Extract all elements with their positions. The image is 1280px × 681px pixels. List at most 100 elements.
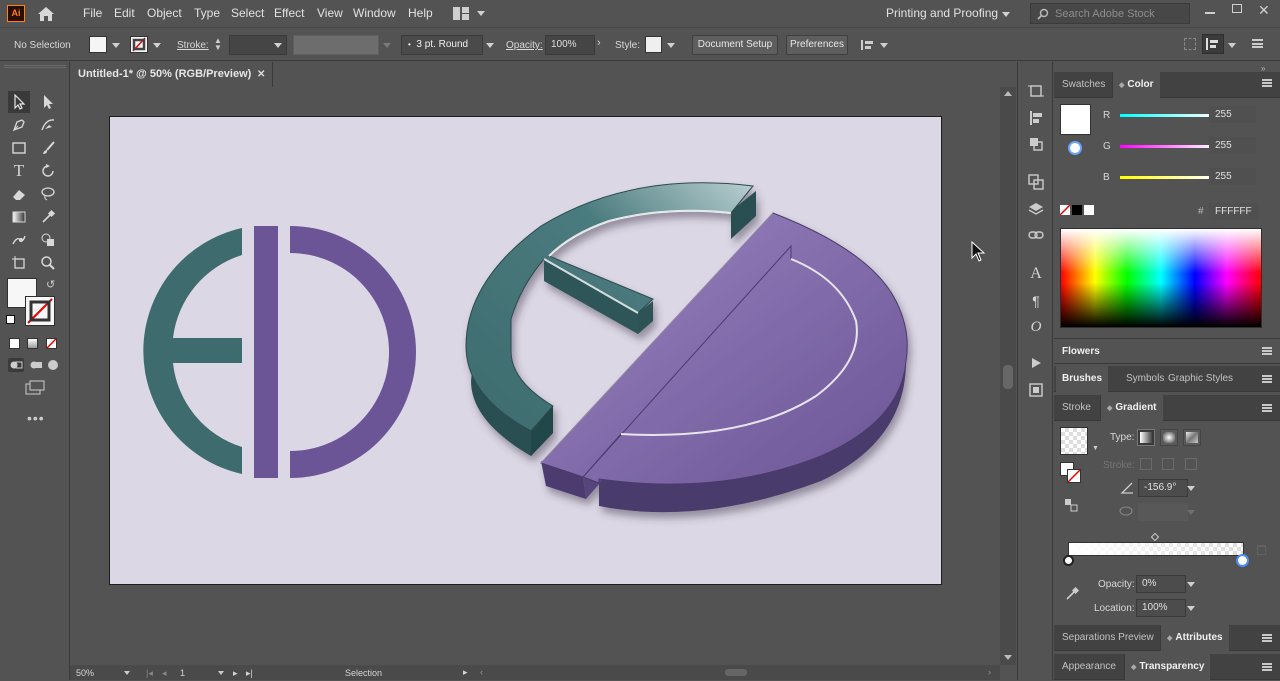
gradient-stop-left[interactable] <box>1063 555 1074 566</box>
artboard-tool[interactable] <box>8 252 30 274</box>
gradient-fill-stroke-swatch[interactable] <box>1060 462 1082 484</box>
panel-layout-icon[interactable] <box>1202 34 1224 54</box>
gradient-preview-dropdown-icon[interactable]: ▼ <box>1092 445 1099 452</box>
tab-stroke[interactable]: Stroke <box>1056 395 1097 421</box>
gradient-stop-right[interactable] <box>1236 554 1249 567</box>
stroke-swatch[interactable] <box>130 36 148 53</box>
r-value-input[interactable]: 255 <box>1209 106 1256 123</box>
attributes-panel-menu-icon[interactable] <box>1262 634 1272 642</box>
variable-width-profile[interactable] <box>293 35 379 55</box>
puppet-warp-tool[interactable] <box>8 229 30 251</box>
stock-search[interactable]: Search Adobe Stock <box>1030 3 1190 24</box>
align-icon[interactable] <box>860 38 874 52</box>
gradient-eyedropper-icon[interactable] <box>1064 586 1080 602</box>
menu-file[interactable]: File <box>83 6 102 20</box>
chevron-down-icon[interactable] <box>1187 486 1195 491</box>
tab-attributes[interactable]: ◆ Attributes <box>1160 625 1229 651</box>
white-swatch[interactable] <box>1084 205 1094 215</box>
scroll-left-icon[interactable]: ‹ <box>480 667 483 677</box>
links-icon[interactable] <box>1026 227 1046 247</box>
opacity-input[interactable]: 100% <box>545 35 595 55</box>
chevron-down-icon[interactable] <box>1187 510 1195 515</box>
chevron-down-icon[interactable] <box>1002 12 1010 17</box>
close-icon[interactable]: ✕ <box>1258 2 1270 19</box>
graphic-style-swatch[interactable] <box>645 36 662 53</box>
tab-brushes[interactable]: Brushes <box>1056 366 1109 392</box>
brush-definition[interactable]: • 3 pt. Round <box>401 35 483 55</box>
home-icon[interactable] <box>36 5 56 23</box>
selection-tool[interactable] <box>8 91 30 113</box>
stop-location-input[interactable]: 100% <box>1136 599 1186 617</box>
first-artboard-icon[interactable]: |◂ <box>146 668 153 679</box>
artboard-dropdown-icon[interactable] <box>218 671 224 675</box>
arrange-icon[interactable] <box>1184 38 1196 50</box>
scroll-thumb[interactable] <box>1003 365 1013 389</box>
fill-swatch[interactable] <box>89 36 107 53</box>
stroke-color-box[interactable] <box>25 296 55 326</box>
color-mode-icon[interactable] <box>9 338 20 349</box>
zoom-tool[interactable] <box>37 252 59 274</box>
flat-logo[interactable] <box>143 226 416 478</box>
chevron-down-icon[interactable] <box>477 11 485 16</box>
paragraph-panel-icon[interactable]: ¶ <box>1026 291 1046 311</box>
document-tab[interactable]: Untitled-1* @ 50% (RGB/Preview) ✕ <box>70 62 273 87</box>
menu-select[interactable]: Select <box>231 6 264 20</box>
more-tools-icon[interactable]: ••• <box>27 410 45 426</box>
tab-color[interactable]: ◆ Color <box>1112 72 1160 98</box>
draw-behind-icon[interactable] <box>28 358 44 372</box>
curvature-tool[interactable] <box>37 114 59 136</box>
actions-play-icon[interactable] <box>1026 355 1046 375</box>
tab-graphic-styles[interactable]: Graphic Styles <box>1162 366 1239 392</box>
lasso-tool[interactable] <box>37 183 59 205</box>
b-value-input[interactable]: 255 <box>1209 168 1256 185</box>
gradient-mode-icon[interactable] <box>27 338 38 349</box>
opacity-label[interactable]: Opacity: <box>506 40 543 51</box>
reverse-gradient-icon[interactable] <box>1064 498 1078 512</box>
color-spectrum[interactable] <box>1060 228 1262 328</box>
last-artboard-icon[interactable]: ▸| <box>246 668 253 679</box>
menu-view[interactable]: View <box>317 6 343 20</box>
chevron-down-icon[interactable] <box>1228 43 1236 48</box>
current-tool-status[interactable]: Selection <box>345 668 382 678</box>
horizontal-scroll-thumb[interactable] <box>725 669 747 676</box>
close-tab-icon[interactable]: ✕ <box>257 62 265 87</box>
character-panel-icon[interactable]: A <box>1026 264 1046 284</box>
tab-appearance[interactable]: Appearance <box>1056 654 1122 680</box>
menu-window[interactable]: Window <box>353 6 396 20</box>
transform-panel-icon[interactable] <box>1026 136 1046 156</box>
menu-edit[interactable]: Edit <box>114 6 135 20</box>
preferences-button[interactable]: Preferences <box>786 35 848 55</box>
opentype-panel-icon[interactable]: O <box>1026 317 1046 337</box>
gradient-panel-menu-icon[interactable] <box>1262 404 1272 412</box>
radial-gradient-button[interactable] <box>1160 429 1178 446</box>
artboards-icon[interactable] <box>1026 83 1046 103</box>
stroke-indicator-icon[interactable] <box>1068 141 1082 155</box>
tab-swatches[interactable]: Swatches <box>1056 72 1111 98</box>
linear-gradient-button[interactable] <box>1137 429 1155 446</box>
3d-logo[interactable] <box>465 182 908 513</box>
artboard[interactable] <box>109 116 942 585</box>
rotate-tool[interactable] <box>37 160 59 182</box>
next-artboard-icon[interactable]: ▸ <box>233 668 238 679</box>
none-color-swatch[interactable] <box>1059 204 1071 216</box>
shape-builder-tool[interactable] <box>37 229 59 251</box>
g-slider[interactable] <box>1120 145 1216 148</box>
scroll-right-icon[interactable]: › <box>988 667 991 677</box>
b-slider[interactable] <box>1120 176 1216 179</box>
stop-opacity-input[interactable]: 0% <box>1136 575 1186 593</box>
artboard-number[interactable]: 1 <box>180 668 185 678</box>
direct-selection-tool[interactable] <box>37 91 59 113</box>
gradient-midpoint-diamond[interactable] <box>1150 532 1160 542</box>
gradient-tool[interactable] <box>8 206 30 228</box>
black-swatch[interactable] <box>1072 205 1082 215</box>
rectangle-tool[interactable] <box>8 137 30 159</box>
workspace-switcher[interactable]: Printing and Proofing <box>886 6 998 20</box>
paintbrush-tool[interactable] <box>37 137 59 159</box>
transparency-panel-menu-icon[interactable] <box>1262 663 1272 671</box>
chevron-down-icon[interactable] <box>667 43 675 48</box>
flowers-panel-menu-icon[interactable] <box>1262 347 1272 355</box>
tab-flowers[interactable]: Flowers <box>1056 339 1106 365</box>
chevron-down-icon[interactable] <box>112 43 120 48</box>
swap-colors-icon[interactable]: ↺ <box>46 278 55 291</box>
default-colors-icon[interactable] <box>6 315 15 324</box>
